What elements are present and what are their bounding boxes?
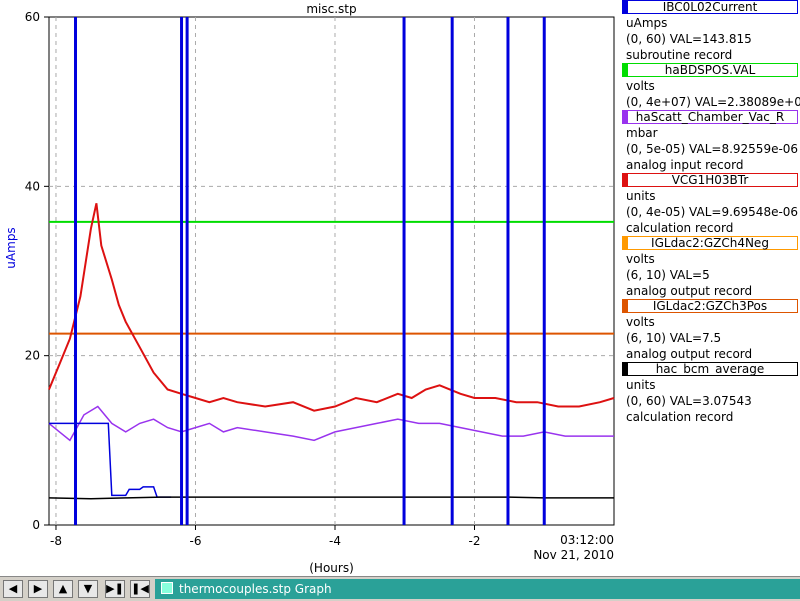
legend-name-text: VCG1H03BTr <box>671 173 749 187</box>
legend: IBC0L02Current uAmps (0, 60) VAL=143.815 su… <box>620 0 800 425</box>
legend-detail: volts <box>626 79 655 93</box>
legend-entry-name: haScatt_Chamber_Vac_R <box>622 110 798 124</box>
legend-detail: uAmps <box>626 16 668 30</box>
down-arrow-icon[interactable]: ▼ <box>78 580 98 598</box>
legend-entry-name: haBDSPOS.VAL <box>622 63 798 77</box>
legend-entry-name: IGLdac2:GZCh4Neg <box>622 236 798 250</box>
right-arrow-icon[interactable]: ▶ <box>28 580 48 598</box>
y-tick-label: 0 <box>32 518 40 532</box>
legend-detail: subroutine record <box>626 48 733 62</box>
legend-detail: volts <box>626 252 655 266</box>
legend-detail: (6, 10) VAL=5 <box>626 268 710 282</box>
x-tick-label: -2 <box>469 534 481 548</box>
legend-swatch <box>623 174 628 186</box>
legend-detail: volts <box>626 315 655 329</box>
legend-detail: analog output record <box>626 347 753 361</box>
chart: -8 -6 -4 -2 0 20 40 60 misc.stp (Hours) uAmps 03:12… <box>4 2 615 575</box>
legend-entry: hac_bcm_averageunits (0, 60) VAL=3.07543 c… <box>620 362 800 425</box>
time-label: 03:12:00 <box>560 533 614 547</box>
legend-entry: haScatt_Chamber_Vac_Rmbar (0, 5e-05) VAL=… <box>620 110 800 173</box>
y-tick-label: 20 <box>25 349 40 363</box>
legend-entry: haBDSPOS.VAL volts (0, 4e+07) VAL=2.38089e… <box>620 63 800 110</box>
legend-name-text: IGLdac2:GZCh4Neg <box>651 236 769 250</box>
legend-detail: analog output record <box>626 284 753 298</box>
x-axis-label: (Hours) <box>309 561 354 575</box>
legend-swatch <box>623 237 628 249</box>
legend-name-text: haBDSPOS.VAL <box>664 63 756 77</box>
window-icon <box>161 582 173 594</box>
date-label: Nov 21, 2010 <box>533 548 614 562</box>
legend-detail: mbar <box>626 126 658 140</box>
legend-detail: (0, 5e-05) VAL=8.92559e-06 <box>626 142 799 156</box>
legend-detail: calculation record <box>626 221 734 235</box>
legend-entry: IGLdac2:GZCh3Pos volts (6, 10) VAL=7.5 anal… <box>620 299 800 362</box>
legend-entry-name: IGLdac2:GZCh3Pos <box>622 299 798 313</box>
legend-name-text: hac_bcm_average <box>655 362 765 376</box>
legend-entry-name: IBC0L02Current <box>622 0 798 14</box>
step-icon[interactable]: ▶❚ <box>105 580 125 598</box>
legend-name-text: IGLdac2:GZCh3Pos <box>652 299 768 313</box>
y-tick-label: 40 <box>25 179 40 193</box>
legend-swatch <box>623 64 628 76</box>
y-tick-label: 60 <box>25 10 40 24</box>
plot-frame <box>48 16 615 526</box>
legend-entry: IGLdac2:GZCh4Neg volts (6, 10) VAL=5 analog… <box>620 236 800 299</box>
legend-detail: (0, 4e-05) VAL=9.69548e-06 <box>626 205 799 219</box>
step-back-icon[interactable]: ❚◀ <box>130 580 150 598</box>
x-tick-label: -8 <box>50 534 62 548</box>
up-arrow-icon[interactable]: ▲ <box>53 580 73 598</box>
legend-swatch <box>623 363 628 375</box>
legend-detail: (0, 4e+07) VAL=2.38089e+07 <box>626 95 800 109</box>
x-tick-label: -4 <box>329 534 341 548</box>
legend-swatch <box>623 111 628 123</box>
legend-name-text: haScatt_Chamber_Vac_R <box>635 110 785 124</box>
legend-entry: IBC0L02Current uAmps (0, 60) VAL=143.815 su… <box>620 0 800 63</box>
legend-detail: (0, 60) VAL=3.07543 <box>626 394 752 408</box>
legend-detail: calculation record <box>626 410 734 424</box>
legend-detail: (0, 60) VAL=143.815 <box>626 32 752 46</box>
task-label: thermocouples.stp Graph <box>179 582 332 596</box>
legend-entry-name: hac_bcm_average <box>622 362 798 376</box>
legend-entry: VCG1H03BTr units (0, 4e-05) VAL=9.69548e-0… <box>620 173 800 236</box>
legend-detail: units <box>626 378 656 392</box>
left-arrow-icon[interactable]: ◀ <box>3 580 23 598</box>
legend-swatch <box>623 1 628 13</box>
taskbar: ◀ ▶ ▲ ▼ ▶❚ ❚◀ thermocouples.stp Graph <box>0 576 800 601</box>
chart-title: misc.stp <box>306 2 356 16</box>
legend-swatch <box>623 300 628 312</box>
legend-detail: analog input record <box>626 158 744 172</box>
legend-detail: units <box>626 189 656 203</box>
legend-detail: (6, 10) VAL=7.5 <box>626 331 722 345</box>
legend-entry-name: VCG1H03BTr <box>622 173 798 187</box>
legend-name-text: IBC0L02Current <box>662 0 758 14</box>
task-thermocouples-graph[interactable]: thermocouples.stp Graph <box>155 579 800 599</box>
x-tick-label: -6 <box>189 534 201 548</box>
y-axis-label: uAmps <box>4 227 18 268</box>
